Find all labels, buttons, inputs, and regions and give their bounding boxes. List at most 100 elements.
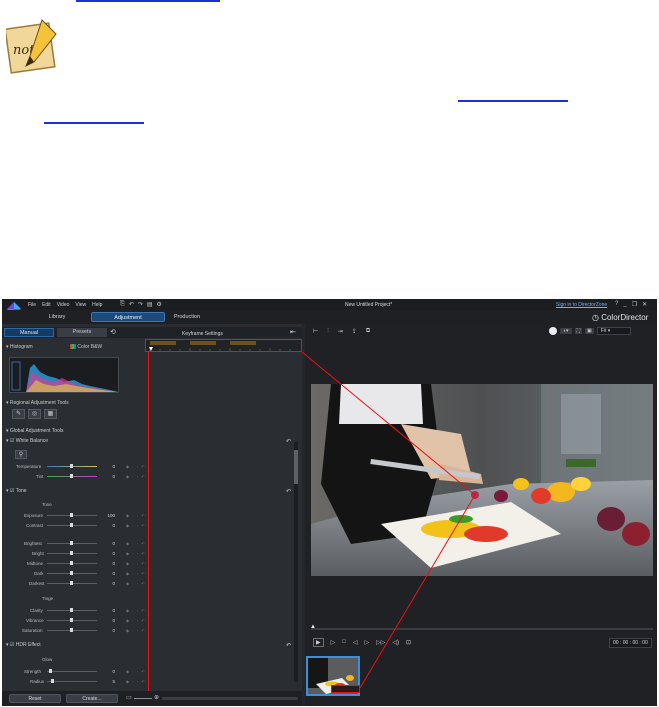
bright-value[interactable]: 0 (101, 551, 115, 556)
keyframe-controls[interactable]: ◆ ◦ ◦ ↶ (126, 561, 146, 566)
strength-slider[interactable] (47, 671, 97, 672)
keyframe-controls[interactable]: ◆ ◦ ◦ ↶ (126, 474, 146, 479)
keyframe-controls[interactable]: ◆ ◦ ◦ ↶ (126, 679, 146, 684)
mode-icon[interactable]: ▶ (313, 637, 324, 647)
compare-icon[interactable]: ⫶ (327, 328, 329, 338)
keyframe-controls[interactable]: ◆ ◦ ◦ ↶ (126, 513, 146, 518)
redo-icon[interactable]: ↷ (138, 301, 143, 308)
subtab-presets[interactable]: Presets (57, 328, 107, 337)
temperature-knob[interactable] (70, 464, 73, 468)
menu-edit[interactable]: Edit (42, 302, 51, 308)
white-balance-header[interactable]: ▾ ☑ White Balance (6, 438, 48, 444)
seek-thumb-icon[interactable]: ▲ (310, 624, 316, 630)
reset-hdr-icon[interactable]: ↶ (286, 642, 291, 649)
exposure-knob[interactable] (70, 513, 73, 517)
contrast-value[interactable]: 0 (101, 523, 115, 528)
doc-link-left[interactable] (44, 122, 144, 124)
menu-view[interactable]: View (75, 302, 86, 308)
reset-wb-icon[interactable]: ↶ (286, 438, 291, 445)
dark-value[interactable]: 0 (101, 571, 115, 576)
keyframe-controls[interactable]: ◆ ◦ ◦ ↶ (126, 464, 146, 469)
timeline-scroll[interactable] (162, 697, 298, 700)
keyframe-controls[interactable]: ◆ ◦ ◦ ↶ (126, 571, 146, 576)
fit-dropdown[interactable]: Fit ▾ (596, 327, 631, 335)
next-frame-icon[interactable]: ▷ (365, 639, 370, 646)
clarity-knob[interactable] (70, 608, 73, 612)
radius-knob[interactable] (51, 679, 54, 683)
fast-forward-icon[interactable]: ▷▷ (376, 639, 385, 646)
fullscreen-icon[interactable]: ⛶ (574, 328, 583, 334)
prev-frame-icon[interactable]: ◁ (353, 639, 358, 646)
export-frame-icon[interactable]: ⇪ (352, 328, 357, 338)
subtab-manual[interactable]: Manual (4, 328, 54, 337)
vibrance-knob[interactable] (70, 618, 73, 622)
history-icon[interactable]: ⟲ (110, 328, 116, 336)
split-view-icon[interactable]: ⊢ (313, 328, 318, 338)
bright-knob[interactable] (70, 551, 73, 555)
tone-header[interactable]: ▾ ☑ Tone (6, 488, 27, 494)
hdr-effect-header[interactable]: ▾ ☑ HDR Effect (6, 642, 41, 648)
global-tools-header[interactable]: ▾ Global Adjustment Tools (6, 428, 63, 434)
video-preview[interactable] (311, 384, 653, 576)
menu-video[interactable]: Video (57, 302, 70, 308)
tab-adjustment[interactable]: Adjustment (91, 312, 165, 322)
temperature-value[interactable]: 0 (101, 464, 115, 469)
keyframe-controls[interactable]: ◆ ◦ ◦ ↶ (126, 669, 146, 674)
monitor-icon[interactable]: ▣ (585, 328, 594, 334)
brightest-knob[interactable] (70, 541, 73, 545)
undo-icon[interactable]: ↶ (129, 301, 134, 308)
reset-button[interactable]: Reset (9, 694, 61, 703)
restore-icon[interactable]: ❐ (632, 301, 637, 308)
brightest-value[interactable]: 0 (101, 541, 115, 546)
preview-seek-bar[interactable] (311, 628, 653, 630)
volume-icon[interactable]: ◁) (392, 639, 399, 646)
contrast-knob[interactable] (70, 523, 73, 527)
zoom-slider[interactable] (134, 698, 152, 699)
menu-file[interactable]: File (28, 302, 36, 308)
record-icon[interactable] (549, 327, 557, 335)
tab-production[interactable]: Production (162, 312, 212, 322)
dark-knob[interactable] (70, 571, 73, 575)
create-button[interactable]: Create... (66, 694, 118, 703)
histogram-header[interactable]: ▾ Histogram (6, 344, 33, 350)
tint-knob[interactable] (70, 474, 73, 478)
saturation-knob[interactable] (70, 628, 73, 632)
doc-link-right[interactable] (458, 100, 568, 102)
audio-toggle-icon[interactable]: ◖▾ (560, 328, 572, 334)
sign-in-link[interactable]: Sign in to DirectorZone (556, 302, 607, 308)
mark-in-icon[interactable]: ⇥ (338, 328, 343, 338)
help-icon[interactable]: ? (615, 301, 618, 308)
tab-library[interactable]: Library (32, 312, 82, 322)
keyframe-controls[interactable]: ◆ ◦ ◦ ↶ (126, 523, 146, 528)
darkest-value[interactable]: 0 (101, 581, 115, 586)
panel-scrollbar[interactable] (294, 442, 298, 682)
keyframe-controls[interactable]: ◆ ◦ ◦ ↶ (126, 581, 146, 586)
regional-tools-header[interactable]: ▾ Regional Adjustment Tools (6, 400, 69, 406)
stop-icon[interactable]: □ (342, 639, 346, 645)
keyframe-controls[interactable]: ◆ ◦ ◦ ↶ (126, 618, 146, 623)
play-icon[interactable]: ▷ (331, 639, 336, 646)
strength-knob[interactable] (49, 669, 52, 673)
strength-value[interactable]: 0 (101, 669, 115, 674)
radius-value[interactable]: 5 (101, 679, 115, 684)
timecode-display[interactable]: 00 : 00 : 00 : 00 (609, 638, 652, 648)
scrollbar-thumb[interactable] (294, 450, 298, 484)
midtone-value[interactable]: 0 (101, 561, 115, 566)
layout-icon[interactable]: ▤ (147, 301, 153, 308)
close-icon[interactable]: ✕ (642, 301, 647, 308)
snapshot-icon[interactable]: ⧉ (366, 328, 370, 338)
radius-slider[interactable] (47, 681, 97, 682)
midtone-knob[interactable] (70, 561, 73, 565)
saturation-value[interactable]: 0 (101, 628, 115, 633)
clarity-value[interactable]: 0 (101, 608, 115, 613)
vibrance-value[interactable]: 0 (101, 618, 115, 623)
keyframe-controls[interactable]: ◆ ◦ ◦ ↶ (126, 608, 146, 613)
keyframe-controls[interactable]: ◆ ◦ ◦ ↶ (126, 551, 146, 556)
zoom-in-icon[interactable]: ⊕ (154, 694, 159, 701)
snapshot-camera-icon[interactable]: ⊡ (406, 639, 411, 646)
collapse-arrow-icon[interactable]: ⇤ (290, 328, 296, 336)
doc-link-top[interactable] (76, 0, 220, 2)
brush-tool-icon[interactable]: ✎ (12, 409, 25, 419)
mode-bw[interactable]: B&W (91, 344, 102, 350)
radial-tool-icon[interactable]: ◎ (28, 409, 41, 419)
